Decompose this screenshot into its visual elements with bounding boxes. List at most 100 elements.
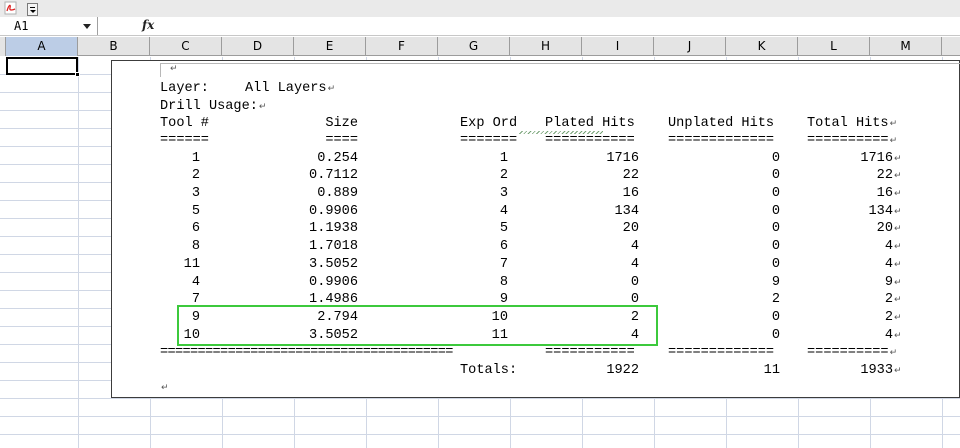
- column-header-f[interactable]: F: [366, 37, 438, 56]
- column-header-i[interactable]: I: [582, 37, 654, 56]
- cell-plated: 4: [630, 257, 639, 272]
- cell-tool: 11: [183, 257, 200, 272]
- cell-size: 0.254: [317, 151, 358, 166]
- column-header-k[interactable]: K: [726, 37, 798, 56]
- column-header-j[interactable]: J: [654, 37, 726, 56]
- cell-total: 134: [868, 204, 893, 219]
- cell-unplated: 0: [771, 257, 780, 272]
- cell-total: 16: [876, 186, 893, 201]
- column-header-g[interactable]: G: [438, 37, 510, 56]
- header-plated-hits: Plated Hits: [545, 116, 635, 131]
- formula-input[interactable]: [158, 17, 960, 35]
- cell-unplated: 0: [771, 204, 780, 219]
- rule-footer-unplated: =============: [668, 345, 775, 360]
- totals-unplated: 11: [763, 363, 780, 378]
- cell-plated: 20: [622, 221, 639, 236]
- cell-exp-ord: 4: [499, 204, 508, 219]
- column-header-h[interactable]: H: [510, 37, 582, 56]
- cell-exp-ord: 6: [499, 239, 508, 254]
- column-header-c[interactable]: C: [150, 37, 222, 56]
- cell-unplated: 2: [771, 292, 780, 307]
- cell-tool: 8: [191, 239, 200, 254]
- rule-total: ==========↵: [807, 133, 898, 148]
- cell-size: 0.9906: [309, 204, 358, 219]
- active-cell-a1[interactable]: [6, 57, 78, 75]
- cell-unplated: 0: [771, 168, 780, 183]
- column-header-l[interactable]: L: [798, 37, 870, 56]
- paragraph-mark: ↵: [894, 171, 902, 181]
- paragraph-mark: ↵: [894, 331, 902, 341]
- cell-tool: 1: [191, 151, 200, 166]
- insert-function-icon[interactable]: fx: [142, 18, 158, 34]
- header-size: Size: [325, 116, 358, 131]
- cell-unplated: 0: [771, 328, 780, 343]
- cell-unplated: 0: [771, 151, 780, 166]
- cell-tool: 4: [191, 275, 200, 290]
- cell-plated: 1716: [606, 151, 639, 166]
- totals-label: Totals:: [460, 363, 518, 378]
- column-header-row: A B C D E F G H I J K L M: [0, 37, 960, 56]
- cell-tool: 6: [191, 221, 200, 236]
- paragraph-mark: ↵: [894, 224, 902, 234]
- column-header-a[interactable]: A: [6, 37, 78, 56]
- paragraph-mark: ↵: [894, 260, 902, 270]
- drill-usage-label: Drill Usage:↵: [160, 99, 267, 114]
- cell-exp-ord: 7: [499, 257, 508, 272]
- totals-total: 1933: [860, 363, 893, 378]
- cell-plated: 22: [622, 168, 639, 183]
- cell-total: 9: [884, 275, 893, 290]
- column-header-m[interactable]: M: [870, 37, 942, 56]
- name-box[interactable]: A1: [0, 17, 98, 35]
- paragraph-mark: ↵: [170, 64, 178, 74]
- column-header-e[interactable]: E: [294, 37, 366, 56]
- cell-size: 1.1938: [309, 221, 358, 236]
- cell-total: 2: [884, 310, 893, 325]
- rule-unplated: =============: [668, 133, 775, 148]
- cell-size: 0.889: [317, 186, 358, 201]
- rule-size: ====: [325, 133, 358, 148]
- column-header-d[interactable]: D: [222, 37, 294, 56]
- cell-unplated: 0: [771, 310, 780, 325]
- paragraph-mark: ↵: [894, 154, 902, 164]
- cell-total: 2: [884, 292, 893, 307]
- paragraph-mark: ↵: [894, 189, 902, 199]
- name-box-value: A1: [14, 19, 29, 33]
- layer-label: Layer:: [160, 81, 209, 96]
- paragraph-mark: ↵: [894, 366, 902, 376]
- cell-exp-ord: 5: [499, 221, 508, 236]
- text-boundary: [160, 63, 960, 77]
- cell-size: 3.5052: [309, 257, 358, 272]
- quick-access-toolbar: [0, 0, 960, 17]
- paragraph-mark: ↵: [894, 207, 902, 217]
- layer-value: All Layers↵: [245, 81, 336, 96]
- toolbar-dropdown-icon[interactable]: [27, 3, 38, 16]
- cell-unplated: 0: [771, 186, 780, 201]
- rule-footer-plated: ===========: [545, 345, 635, 360]
- cell-plated: 16: [622, 186, 639, 201]
- cell-tool: 5: [191, 204, 200, 219]
- name-box-dropdown-icon[interactable]: [83, 24, 91, 29]
- cell-tool: 3: [191, 186, 200, 201]
- header-unplated-hits: Unplated Hits: [668, 116, 775, 131]
- cell-size: 0.9906: [309, 275, 358, 290]
- cell-plated: 134: [614, 204, 639, 219]
- cell-total: 4: [884, 257, 893, 272]
- formula-bar: A1 fx: [0, 17, 960, 36]
- cell-total: 20: [876, 221, 893, 236]
- paragraph-mark: ↵: [894, 295, 902, 305]
- paragraph-mark: ↵: [894, 313, 902, 323]
- pdf-icon[interactable]: [4, 1, 19, 15]
- cell-plated: 4: [630, 239, 639, 254]
- cell-total: 4: [884, 239, 893, 254]
- cell-exp-ord: 3: [499, 186, 508, 201]
- cell-exp-ord: 1: [499, 151, 508, 166]
- cell-exp-ord: 2: [499, 168, 508, 183]
- header-tool: Tool #: [160, 116, 209, 131]
- column-header-b[interactable]: B: [78, 37, 150, 56]
- rule-footer-left: =======================================: [160, 345, 453, 360]
- totals-plated: 1922: [606, 363, 639, 378]
- cell-total: 4: [884, 328, 893, 343]
- header-total-hits: Total Hits↵: [807, 116, 898, 131]
- fill-handle[interactable]: [75, 72, 80, 77]
- highlight-box: [177, 305, 658, 346]
